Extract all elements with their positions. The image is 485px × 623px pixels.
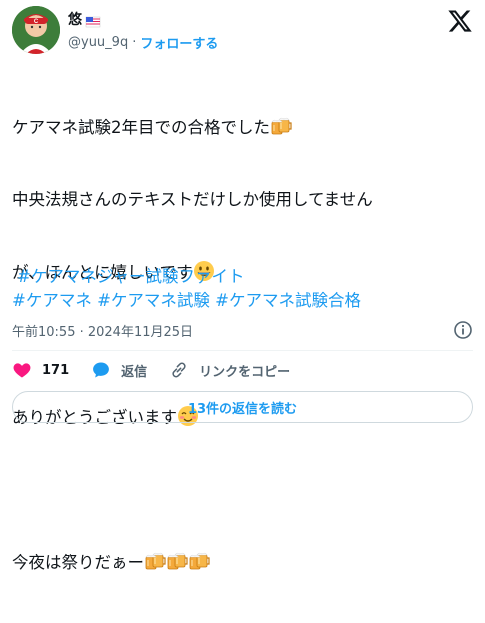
- separator-dot: ·: [132, 34, 137, 50]
- beer-mugs-emoji: [270, 115, 292, 137]
- follow-button[interactable]: フォローする: [140, 33, 218, 52]
- reply-label: 返信: [121, 364, 148, 380]
- timestamp[interactable]: 午前10:55 · 2024年11月25日: [12, 321, 193, 340]
- hashtag-link[interactable]: #ケアマネ試験合格: [215, 291, 361, 310]
- reply-button[interactable]: 返信: [91, 360, 147, 380]
- beer-mugs-emoji: [144, 550, 166, 572]
- like-button[interactable]: 171: [12, 360, 69, 380]
- link-icon: [172, 362, 186, 378]
- tweet-card: C 悠 @yuu_9q · フォローする ケアマネ試験2年目での合格でした 中央…: [0, 0, 485, 572]
- tweet-line-5: 今夜は祭りだぁー: [12, 553, 144, 572]
- tweet-line-1: ケアマネ試験2年目での合格でした: [12, 118, 270, 137]
- beer-mugs-emoji: [166, 550, 188, 572]
- flag-icon: [85, 13, 101, 28]
- read-replies-button[interactable]: 13件の返信を読む: [12, 391, 473, 423]
- like-count: 171: [42, 362, 70, 378]
- author-handle[interactable]: @yuu_9q: [68, 35, 128, 50]
- x-logo[interactable]: [447, 8, 473, 34]
- divider: [12, 350, 473, 351]
- tweet-header: C 悠 @yuu_9q · フォローする: [12, 6, 473, 58]
- avatar[interactable]: C: [12, 6, 60, 54]
- hashtag-link[interactable]: #ケアマネ: [12, 291, 92, 310]
- hashtags: #ケアマネジャー試験ファイト #ケアマネ #ケアマネ試験 #ケアマネ試験合格: [12, 265, 477, 313]
- tweet-line-2: 中央法規さんのテキストだけしか使用してません: [12, 190, 373, 209]
- hashtag-link[interactable]: #ケアマネ試験: [97, 291, 210, 310]
- author-info: 悠 @yuu_9q · フォローする: [68, 9, 218, 52]
- beer-mugs-emoji: [188, 550, 210, 572]
- action-bar: 171 返信 リンクをコピー: [12, 358, 312, 382]
- speech-bubble-icon: [93, 362, 110, 378]
- copy-link-button[interactable]: リンクをコピー: [169, 360, 290, 380]
- info-icon[interactable]: [453, 320, 473, 340]
- display-name[interactable]: 悠: [68, 9, 82, 29]
- timestamp-row: 午前10:55 · 2024年11月25日: [12, 320, 473, 340]
- hashtag-link[interactable]: #ケアマネジャー試験ファイト: [17, 267, 245, 286]
- heart-icon: [13, 363, 31, 378]
- svg-text:C: C: [34, 19, 39, 25]
- copy-link-label: リンクをコピー: [199, 364, 291, 380]
- tweet-text: ケアマネ試験2年目での合格でした 中央法規さんのテキストだけしか使用してません …: [12, 67, 477, 623]
